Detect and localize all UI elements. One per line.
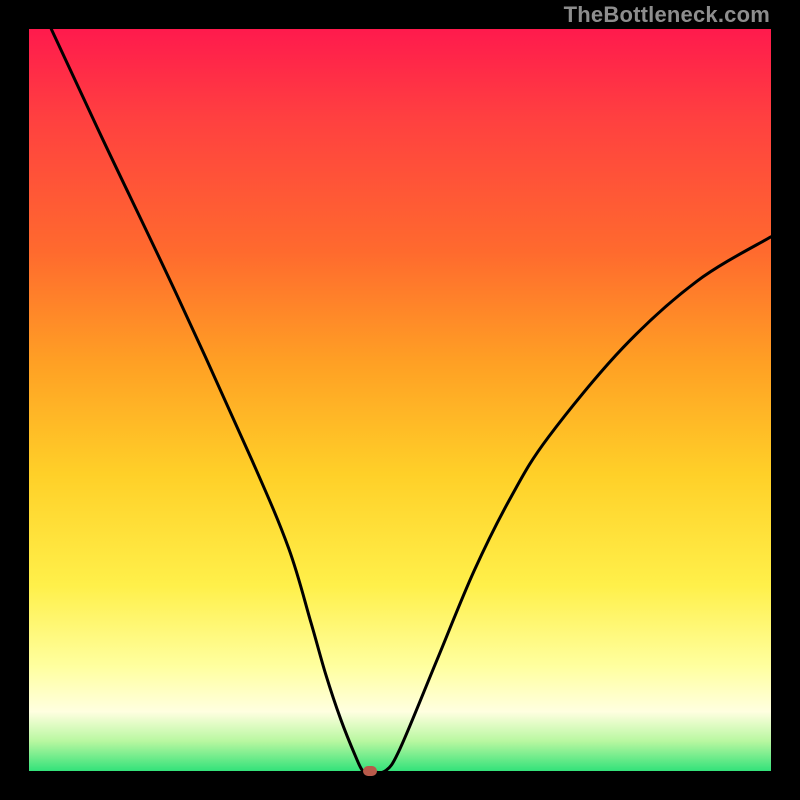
chart-frame: TheBottleneck.com: [0, 0, 800, 800]
optimal-marker: [363, 766, 377, 776]
curve-svg: [29, 29, 771, 771]
watermark-text: TheBottleneck.com: [564, 2, 770, 28]
bottleneck-curve: [51, 29, 771, 771]
plot-area: [29, 29, 771, 771]
